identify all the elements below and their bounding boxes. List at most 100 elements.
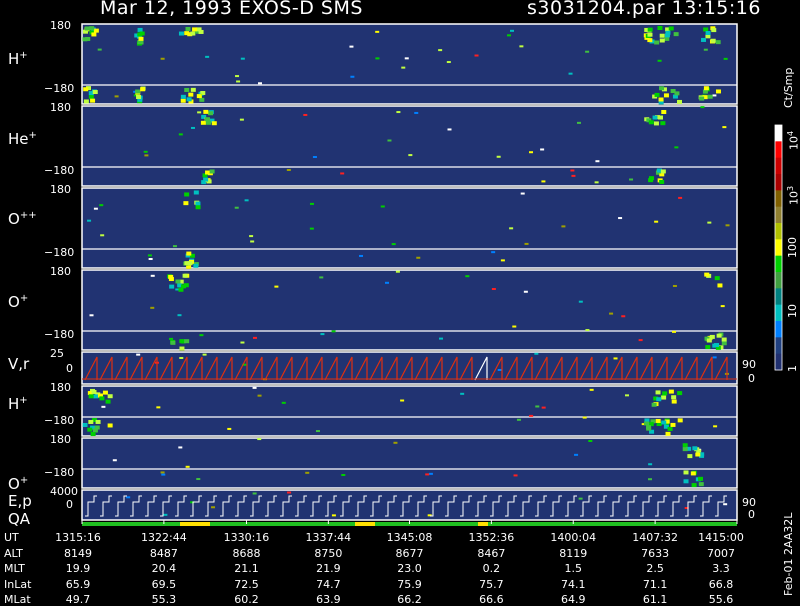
count-pixel: [144, 154, 149, 157]
count-pixel: [179, 356, 184, 359]
species-charge: +: [19, 395, 28, 406]
count-pixel: [496, 155, 501, 158]
footer-row-value: 7633: [641, 546, 670, 560]
count-pixel: [190, 126, 195, 129]
footer-row-value: 71.1: [642, 577, 668, 591]
count-block: [89, 26, 95, 31]
count-block: [661, 420, 667, 425]
count-block: [90, 98, 96, 103]
colorbar-swatch: [775, 125, 782, 142]
count-block: [699, 96, 705, 101]
footer-row-value: 8677: [395, 546, 424, 560]
count-pixel: [257, 82, 262, 85]
colorbar-tick-base: 10: [787, 136, 800, 150]
count-block: [716, 333, 722, 338]
colorbar-tick-label: 104: [786, 131, 800, 150]
species-name: E,p: [8, 492, 32, 510]
count-pixel: [172, 245, 177, 248]
count-block: [717, 283, 723, 288]
count-pixel: [672, 330, 677, 333]
count-pixel: [574, 453, 579, 456]
count-pixel: [524, 242, 529, 245]
colorbar-tick-exponent: 3: [786, 185, 795, 191]
count-block: [184, 261, 190, 266]
footer-row-value: 1.5: [564, 562, 583, 575]
colorbar-swatch: [775, 272, 782, 289]
count-pixel: [97, 48, 102, 51]
count-pixel: [252, 386, 257, 389]
footer-row-value: 1415:00: [698, 531, 744, 544]
count-pixel: [312, 156, 317, 159]
count-pixel: [319, 276, 324, 279]
count-block: [653, 121, 659, 126]
colorbar-tick-base: 1: [786, 365, 799, 372]
count-pixel: [722, 126, 727, 129]
count-block: [82, 422, 88, 427]
count-block: [664, 33, 670, 38]
count-pixel: [414, 111, 419, 114]
count-block: [107, 423, 113, 428]
y-tick-bottom: −180: [44, 466, 75, 479]
count-pixel: [359, 254, 364, 257]
count-pixel: [160, 57, 165, 60]
colorbar-swatch: [775, 337, 782, 355]
count-pixel: [678, 196, 683, 199]
count-block: [135, 89, 141, 94]
count-pixel: [439, 337, 444, 340]
count-block: [673, 32, 679, 37]
species-name: O: [8, 475, 20, 493]
count-block: [178, 287, 184, 292]
count-block: [705, 30, 711, 35]
count-pixel: [380, 205, 385, 208]
y-tick-top: 180: [50, 433, 71, 446]
count-pixel: [244, 199, 249, 202]
footer-row-value: 7007: [707, 546, 735, 560]
count-block: [711, 28, 717, 33]
count-block: [184, 87, 190, 92]
count-block: [690, 471, 696, 476]
colorbar-unit-label: Ct/Smp: [782, 67, 795, 108]
count-pixel: [629, 178, 634, 181]
count-pixel: [700, 106, 705, 109]
count-pixel: [252, 492, 257, 495]
count-block: [182, 273, 188, 278]
colorbar-tick-label: 103: [786, 186, 800, 205]
count-block: [136, 94, 142, 99]
count-block: [180, 98, 186, 103]
colorbar-swatch: [775, 239, 782, 257]
count-pixel: [497, 368, 502, 371]
right-y-tick-bottom: 0: [748, 372, 755, 385]
count-pixel: [309, 202, 314, 205]
count-block: [659, 86, 665, 91]
count-block: [648, 120, 654, 125]
panel-species-label: E,p: [8, 492, 32, 510]
count-block: [660, 169, 666, 174]
count-pixel: [624, 394, 629, 397]
count-block: [184, 192, 190, 197]
species-charge: +: [19, 475, 29, 486]
species-name: H: [8, 50, 20, 68]
count-block: [646, 426, 652, 431]
count-block: [698, 482, 704, 487]
colorbar-tick-label: 10: [786, 304, 799, 318]
count-block: [706, 338, 712, 343]
count-pixel: [286, 168, 291, 171]
count-pixel: [618, 217, 623, 220]
count-block: [661, 109, 667, 114]
panel-species-label: H+: [8, 395, 28, 413]
panel-background: [81, 385, 738, 437]
footer-row-value: 65.9: [65, 577, 91, 591]
colorbar-swatch: [775, 288, 782, 306]
count-pixel: [89, 314, 94, 317]
count-block: [137, 32, 143, 37]
footer-row-value: 1345:08: [386, 531, 433, 544]
count-pixel: [234, 206, 239, 209]
count-block: [656, 397, 662, 402]
panel-species-label: H+: [8, 50, 28, 68]
count-pixel: [274, 285, 279, 288]
count-pixel: [148, 258, 153, 261]
count-block: [105, 399, 111, 404]
count-block: [206, 120, 212, 125]
count-block: [208, 111, 214, 116]
species-name: He: [8, 130, 29, 148]
